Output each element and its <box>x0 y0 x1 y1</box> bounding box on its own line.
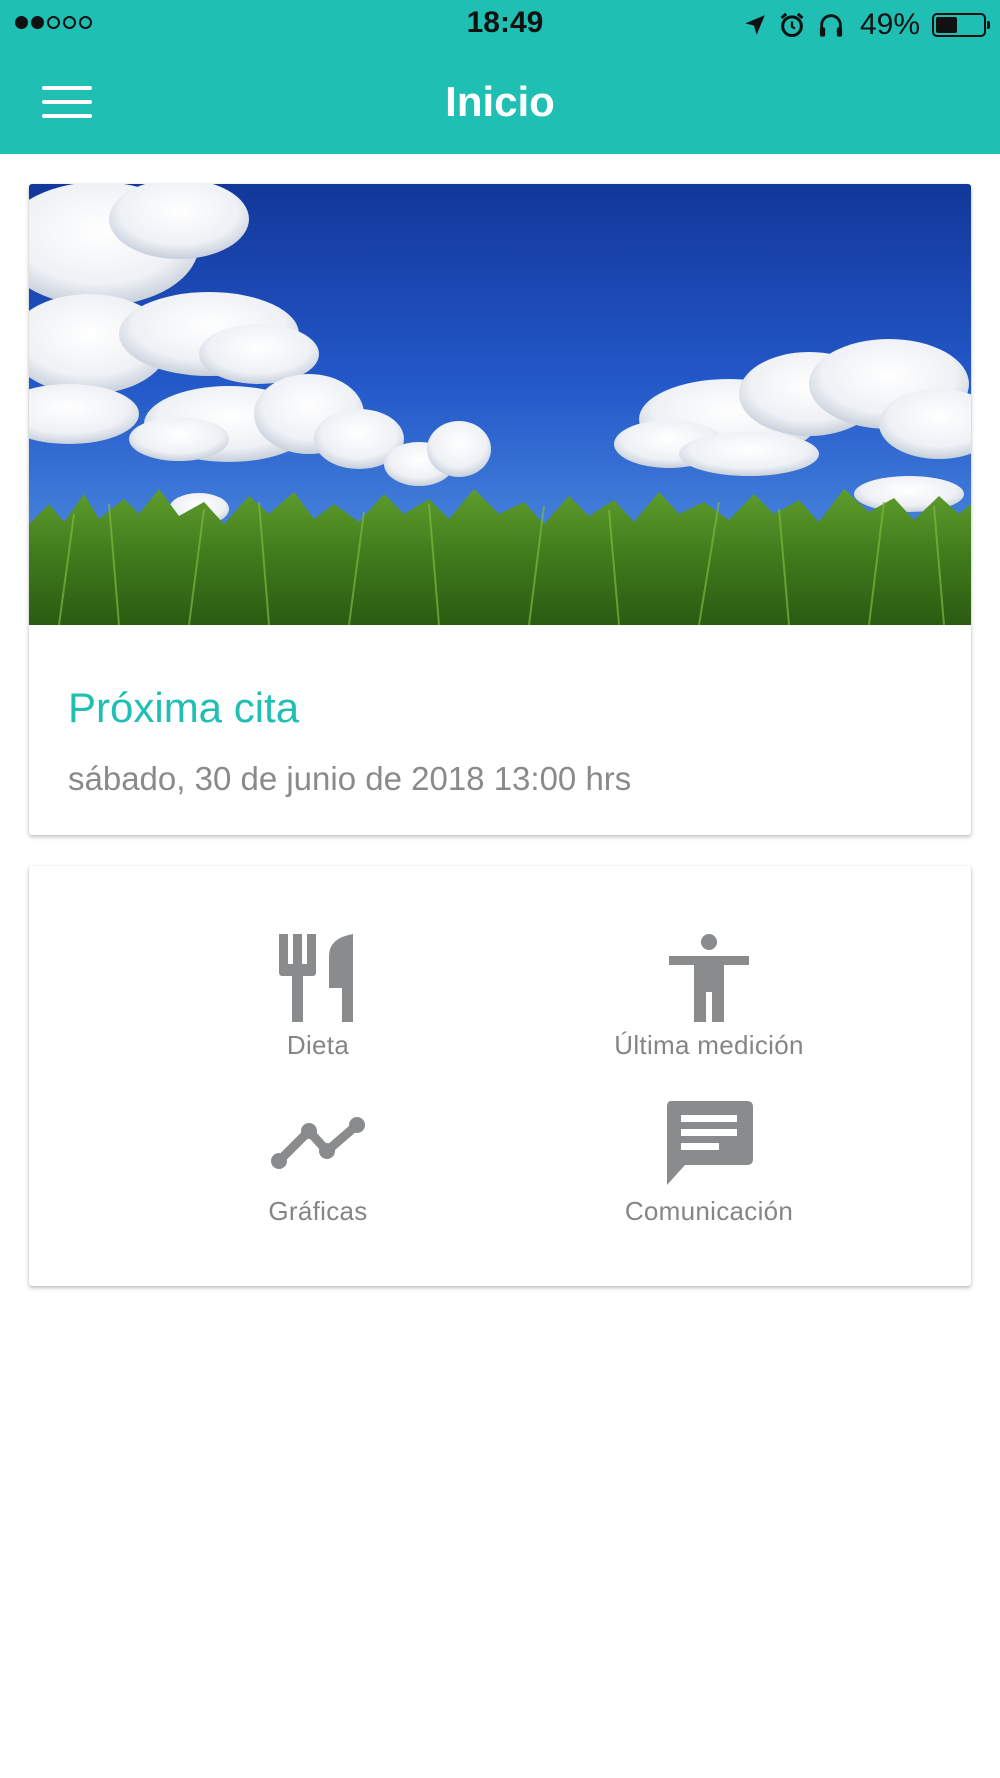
app-bar: Inicio <box>0 50 1000 154</box>
shortcut-ultima-medicion-label: Última medición <box>614 1030 804 1060</box>
next-appointment-date: sábado, 30 de junio de 2018 13:00 hrs <box>68 760 632 797</box>
page-title: Inicio <box>445 78 555 125</box>
battery-icon <box>932 13 990 37</box>
status-bar: 18:49 49% <box>0 0 1000 50</box>
sky-and-grass-photo <box>29 184 971 625</box>
chat-message-icon <box>667 1101 753 1185</box>
next-appointment-title: Próxima cita <box>68 684 300 731</box>
app-header: 18:49 49% Inicio <box>0 0 1000 154</box>
shortcuts-card: Dieta Última medición Gráficas Comunicac… <box>29 866 971 1286</box>
shortcut-dieta-label: Dieta <box>286 1030 350 1060</box>
alarm-icon <box>780 12 804 38</box>
person-standing-icon <box>669 934 749 1022</box>
shortcut-dieta[interactable]: Dieta <box>168 930 468 1080</box>
line-chart-icon <box>271 1117 365 1169</box>
headphones-icon <box>819 14 843 37</box>
shortcut-comunicacion-label: Comunicación <box>624 1196 794 1226</box>
shortcut-graficas[interactable]: Gráficas <box>168 1096 468 1246</box>
status-indicators: 49% <box>742 8 990 42</box>
fork-knife-icon <box>279 934 353 1022</box>
shortcut-ultima-medicion[interactable]: Última medición <box>559 930 859 1080</box>
battery-percentage: 49% <box>859 8 920 41</box>
next-appointment-card[interactable]: Próxima cita sábado, 30 de junio de 2018… <box>29 184 971 835</box>
shortcut-comunicacion[interactable]: Comunicación <box>559 1096 859 1246</box>
location-arrow-icon <box>745 15 765 35</box>
shortcut-graficas-label: Gráficas <box>268 1196 368 1226</box>
